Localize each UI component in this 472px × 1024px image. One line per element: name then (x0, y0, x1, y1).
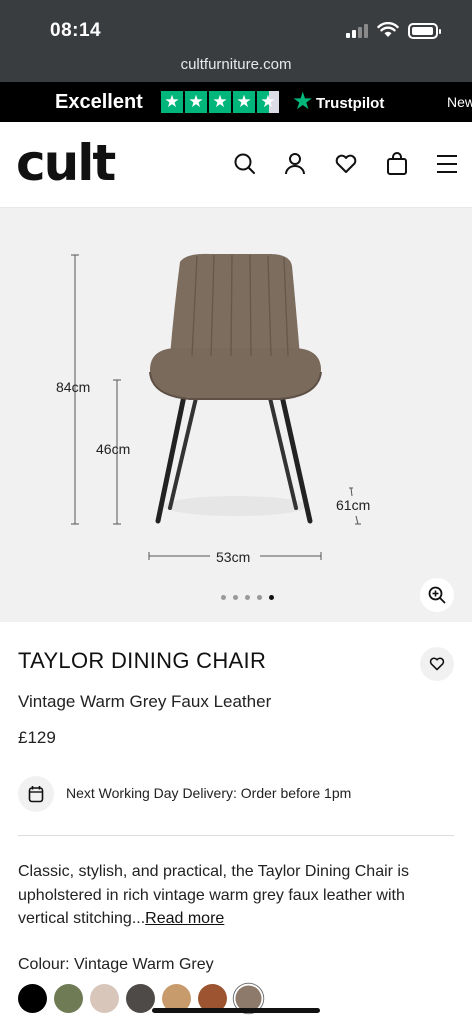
trustpilot-banner[interactable]: Excellent ★ ★ ★ ★ ★ ★ Trustpilot New (0, 82, 472, 122)
product-price: £129 (18, 728, 56, 747)
status-bar: 08:14 cultfurniture.com (0, 0, 472, 82)
ticker-text: New (447, 94, 472, 110)
bag-icon[interactable] (384, 151, 410, 177)
colour-swatch[interactable] (54, 984, 83, 1013)
height-dimension-label: 84cm (56, 379, 91, 395)
product-variant: Vintage Warm Grey Faux Leather (18, 692, 272, 711)
colour-swatch[interactable] (18, 984, 47, 1013)
gallery-dot[interactable] (245, 595, 250, 600)
zoom-icon (428, 586, 446, 604)
product-image-gallery[interactable]: 84cm 46cm 61cm 53cm (0, 208, 472, 622)
star-icon: ★ (185, 91, 207, 113)
account-icon[interactable] (282, 151, 308, 177)
battery-icon (408, 23, 441, 39)
divider (18, 835, 454, 836)
add-to-wishlist-button[interactable] (420, 647, 454, 681)
trustpilot-logo: Trustpilot (316, 95, 385, 112)
gallery-dot[interactable] (233, 595, 238, 600)
star-icon: ★ (161, 91, 183, 113)
status-time: 08:14 (50, 20, 102, 41)
gallery-dot[interactable] (221, 595, 226, 600)
delivery-message: Next Working Day Delivery: Order before … (66, 785, 352, 801)
search-icon[interactable] (232, 151, 258, 177)
menu-icon[interactable] (434, 151, 460, 177)
trustpilot-stars: ★ ★ ★ ★ ★ (161, 91, 279, 113)
delivery-icon-badge (18, 776, 54, 812)
wifi-icon (377, 22, 399, 37)
width-dimension-label: 53cm (216, 549, 251, 565)
site-header: cult (0, 122, 472, 208)
trustpilot-rating-text: Excellent (55, 91, 143, 113)
cult-logo[interactable]: cult (16, 134, 116, 192)
heart-icon[interactable] (333, 151, 359, 177)
colour-swatch[interactable] (126, 984, 155, 1013)
seat-height-dimension-label: 46cm (96, 441, 131, 457)
colour-swatch[interactable] (90, 984, 119, 1013)
product-description: Classic, stylish, and practical, the Tay… (18, 860, 458, 931)
zoom-button[interactable] (420, 578, 454, 612)
trustpilot-logo-star-icon: ★ (292, 88, 314, 115)
product-title: TAYLOR DINING CHAIR (18, 648, 267, 673)
gallery-dot[interactable] (257, 595, 262, 600)
gallery-dot-active[interactable] (269, 595, 274, 600)
gallery-pagination (221, 595, 274, 600)
read-more-link[interactable]: Read more (145, 910, 224, 927)
heart-icon (429, 657, 445, 671)
address-bar-url[interactable]: cultfurniture.com (0, 56, 472, 73)
colour-label: Colour: Vintage Warm Grey (18, 956, 214, 973)
calendar-icon (28, 786, 44, 803)
star-icon: ★ (209, 91, 231, 113)
signal-icon (346, 24, 368, 38)
home-indicator[interactable] (152, 1008, 320, 1013)
depth-dimension-label: 61cm (336, 497, 371, 513)
half-star-icon: ★ (257, 91, 279, 113)
star-icon: ★ (233, 91, 255, 113)
